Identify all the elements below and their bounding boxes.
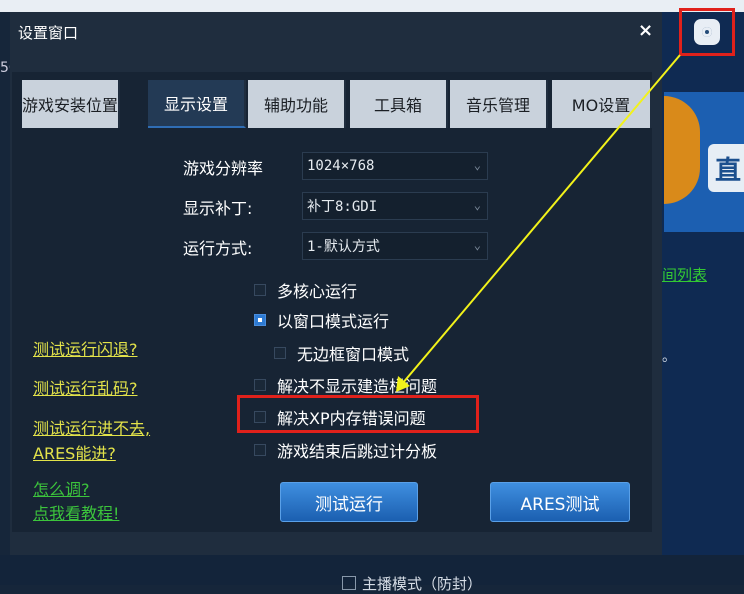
annotation-arrow xyxy=(396,54,681,392)
arrow-line xyxy=(401,54,681,385)
